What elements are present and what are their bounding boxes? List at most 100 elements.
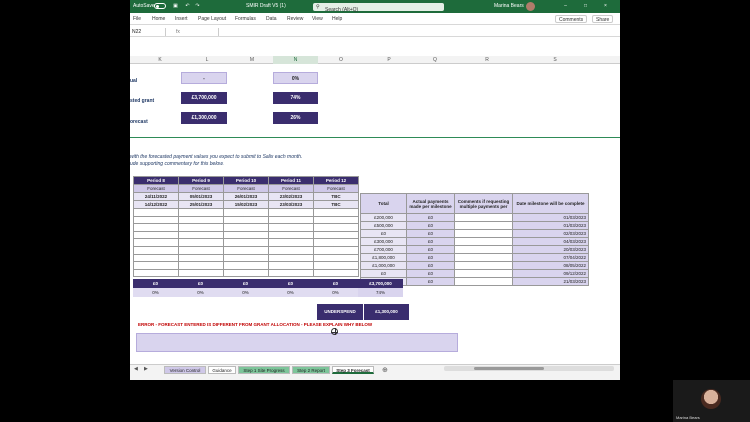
milestone-comment[interactable] [454, 221, 513, 230]
milestone-actual[interactable]: £0 [406, 237, 455, 246]
period-forecast[interactable]: Forecast [313, 184, 359, 193]
fx-icon[interactable]: fx [176, 28, 180, 36]
minimize-icon[interactable]: – [562, 3, 569, 10]
period-total[interactable]: £0 [133, 279, 178, 288]
underspend-label[interactable]: UNDERSPEND [317, 304, 363, 320]
search-box[interactable]: ⚲ Search (Alt+Q) [313, 3, 444, 13]
horizontal-scrollbar[interactable] [444, 366, 614, 371]
forecast-cell[interactable] [178, 238, 224, 247]
column-header[interactable]: Q [430, 57, 440, 63]
milestone-date[interactable]: 04/03/2023 [512, 237, 589, 246]
forecast-cell[interactable] [268, 230, 314, 240]
explanation-input[interactable] [136, 333, 458, 352]
summary-value-n[interactable]: 74% [273, 92, 318, 104]
menu-formulas[interactable]: Formulas [235, 16, 256, 22]
menu-home[interactable]: Home [152, 16, 165, 22]
milestone-comment[interactable] [454, 253, 513, 262]
tab-next-icon[interactable]: ▶ [144, 366, 148, 372]
column-header[interactable]: R [482, 57, 492, 63]
forecast-cell[interactable] [178, 253, 224, 263]
forecast-cell[interactable] [313, 261, 359, 270]
milestone-total[interactable]: £0 [360, 269, 407, 278]
share-button[interactable]: Share [592, 15, 614, 23]
forecast-cell[interactable] [268, 245, 314, 255]
milestone-comment[interactable] [454, 237, 513, 246]
forecast-cell[interactable] [268, 215, 314, 225]
forecast-cell[interactable] [313, 253, 359, 263]
tab-version-control[interactable]: Version Control [164, 366, 206, 374]
save-icon[interactable]: ▣ [172, 3, 179, 10]
tab-guidance[interactable]: Guidance [208, 366, 236, 374]
forecast-cell[interactable] [178, 230, 224, 240]
period-header[interactable]: Period 8 [133, 176, 179, 185]
milestone-total[interactable]: £0 [360, 229, 407, 238]
forecast-cell[interactable] [223, 261, 269, 270]
forecast-cell[interactable] [178, 215, 224, 225]
redo-icon[interactable]: ↷ [194, 3, 201, 10]
period-forecast[interactable]: Forecast [133, 184, 179, 193]
menu-view[interactable]: View [312, 16, 323, 22]
forecast-cell[interactable] [268, 238, 314, 247]
forecast-cell[interactable] [313, 238, 359, 247]
tab-step-1[interactable]: Step 1 Site Progress [238, 366, 290, 374]
forecast-cell[interactable] [133, 238, 179, 247]
column-header[interactable]: S [550, 57, 560, 63]
menu-help[interactable]: Help [332, 16, 342, 22]
forecast-cell[interactable] [223, 208, 269, 217]
milestone-total[interactable]: £500,000 [360, 221, 407, 230]
milestone-date[interactable]: 21/03/2023 [512, 277, 589, 286]
menu-page-layout[interactable]: Page Layout [198, 16, 226, 22]
summary-value-l[interactable]: £3,700,000 [181, 92, 227, 104]
period-percent[interactable]: 0% [268, 288, 313, 297]
column-header[interactable]: O [336, 57, 346, 63]
milestone-comment[interactable] [454, 277, 513, 286]
period-start-date[interactable]: 26/01/2023 [223, 192, 269, 201]
forecast-cell[interactable] [268, 253, 314, 263]
forecast-cell[interactable] [133, 245, 179, 255]
formula-input[interactable] [218, 28, 616, 36]
forecast-cell[interactable] [223, 215, 269, 225]
forecast-cell[interactable] [133, 215, 179, 225]
forecast-cell[interactable] [313, 268, 359, 278]
period-end-date[interactable]: TBC [313, 200, 359, 209]
menu-data[interactable]: Data [266, 16, 277, 22]
summary-value-n[interactable]: 0% [273, 72, 318, 84]
period-total[interactable]: £0 [313, 279, 358, 288]
underspend-value[interactable]: £1,300,000 [364, 304, 409, 320]
period-header[interactable]: Period 10 [223, 176, 269, 185]
forecast-cell[interactable] [313, 215, 359, 225]
milestone-actual[interactable]: £0 [406, 229, 455, 238]
forecast-cell[interactable] [133, 268, 179, 278]
forecast-cell[interactable] [178, 223, 224, 232]
forecast-cell[interactable] [178, 268, 224, 278]
autosave-toggle[interactable] [154, 3, 166, 9]
forecast-cell[interactable] [223, 230, 269, 240]
period-total[interactable]: £0 [178, 279, 223, 288]
column-header[interactable]: L [202, 57, 212, 63]
forecast-cell[interactable] [178, 261, 224, 270]
column-header[interactable]: P [384, 57, 394, 63]
tab-step-3[interactable]: Step 3 Forecast [332, 366, 374, 374]
period-end-date[interactable]: 14/12/2022 [133, 200, 179, 209]
forecast-cell[interactable] [133, 223, 179, 232]
period-header[interactable]: Period 9 [178, 176, 224, 185]
period-total[interactable]: £0 [223, 279, 268, 288]
period-start-date[interactable]: 05/01/2023 [178, 192, 224, 201]
tab-step-2[interactable]: Step 2 Report [292, 366, 330, 374]
milestone-date[interactable]: 07/04/2022 [512, 253, 589, 262]
close-icon[interactable]: × [602, 3, 609, 10]
milestone-total[interactable]: £700,000 [360, 245, 407, 254]
milestone-actual[interactable]: £0 [406, 261, 455, 270]
column-header[interactable]: K [155, 57, 165, 63]
column-header-selected[interactable]: N [273, 56, 318, 64]
forecast-cell[interactable] [178, 208, 224, 217]
grand-percent[interactable]: 74% [358, 288, 403, 297]
forecast-cell[interactable] [133, 208, 179, 217]
milestone-comment[interactable] [454, 269, 513, 278]
milestone-actual[interactable]: £0 [406, 277, 455, 286]
milestone-comment[interactable] [454, 261, 513, 270]
maximize-icon[interactable]: □ [582, 3, 589, 10]
period-percent[interactable]: 0% [313, 288, 358, 297]
forecast-cell[interactable] [223, 268, 269, 278]
period-header[interactable]: Period 11 [268, 176, 314, 185]
